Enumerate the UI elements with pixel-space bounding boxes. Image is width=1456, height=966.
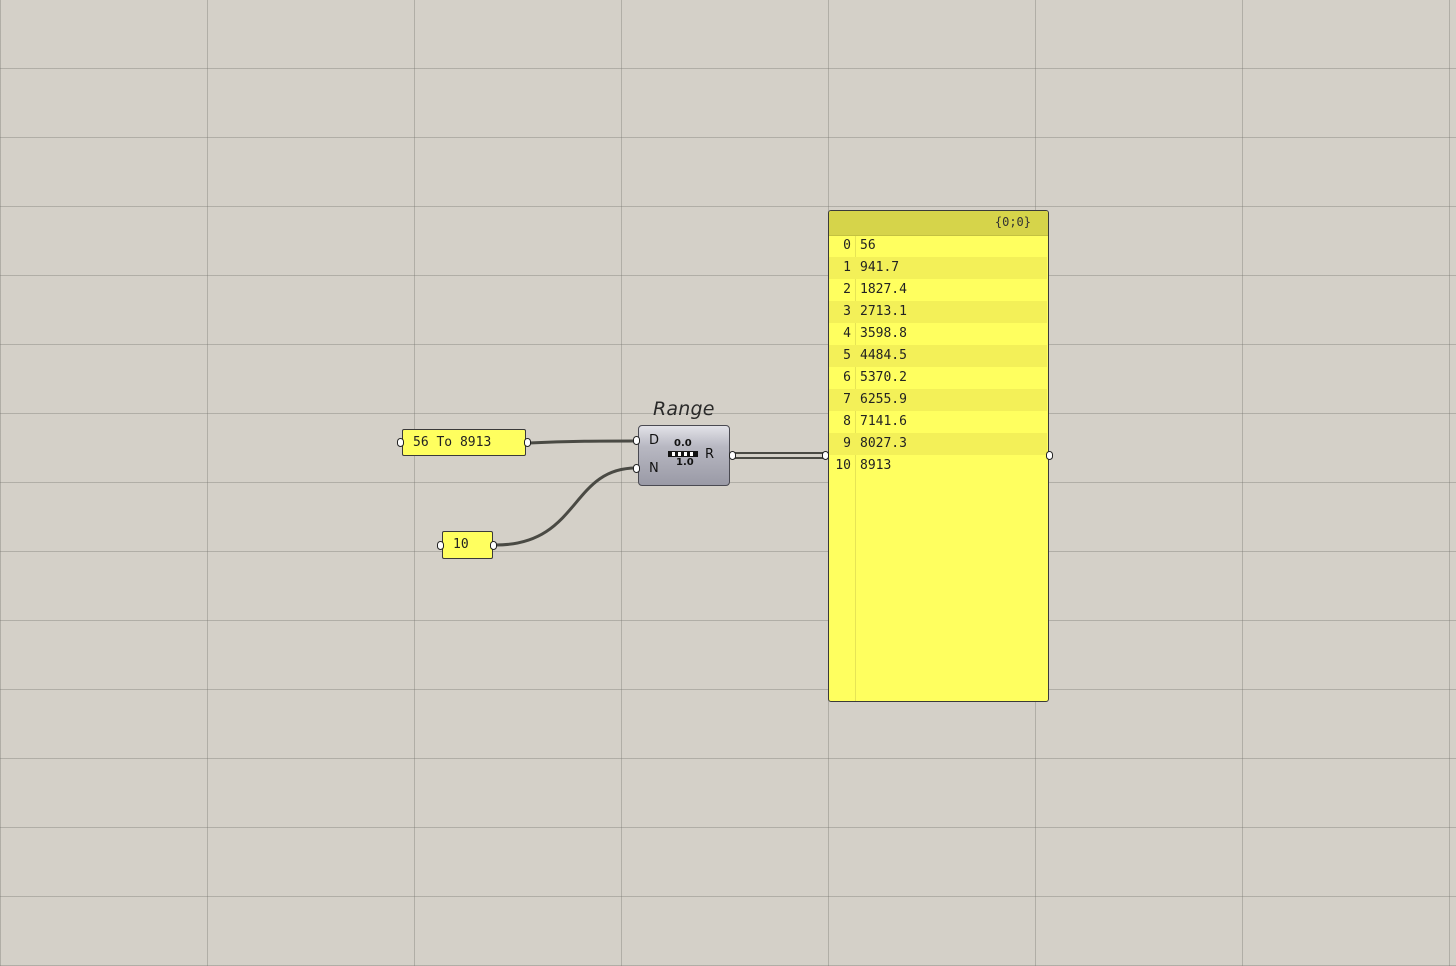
row-index: 4	[843, 326, 851, 341]
row-value: 6255.9	[860, 392, 907, 407]
row-index: 6	[843, 370, 851, 385]
list-item: 8 7141.6	[829, 411, 1047, 433]
row-value: 2713.1	[860, 304, 907, 319]
data-path-label: {0;0}	[994, 215, 1031, 229]
icon-bottom-label: 1.0	[676, 457, 694, 468]
output-r-label[interactable]: R	[705, 447, 714, 462]
row-index: 9	[843, 436, 851, 451]
domain-panel-text: 56 To 8913	[413, 435, 492, 450]
range-input-d-grip[interactable]	[633, 436, 640, 445]
input-n-label[interactable]: N	[649, 461, 659, 476]
row-value: 56	[860, 238, 876, 253]
row-index: 3	[843, 304, 851, 319]
row-value: 941.7	[860, 260, 900, 275]
row-index: 7	[843, 392, 851, 407]
list-item: 4 3598.8	[829, 323, 1047, 345]
icon-top-label: 0.0	[674, 438, 692, 449]
row-value: 8027.3	[860, 436, 907, 451]
list-item: 6 5370.2	[829, 367, 1047, 389]
count-panel-text: 10	[453, 537, 469, 552]
output-panel-input-grip[interactable]	[822, 451, 829, 460]
range-component[interactable]: D N R 0.0 1.0	[638, 425, 730, 486]
output-panel-header: {0;0}	[829, 211, 1048, 236]
count-panel-output-grip[interactable]	[490, 541, 497, 550]
row-value: 1827.4	[860, 282, 907, 297]
output-panel[interactable]: {0;0} 0 56 1 941.7 2 1827.4 3 2713.1 4 3…	[828, 210, 1049, 702]
row-index: 2	[843, 282, 851, 297]
list-item: 3 2713.1	[829, 301, 1047, 323]
domain-panel-output-grip[interactable]	[524, 438, 531, 447]
range-slider-icon: 0.0 1.0	[667, 438, 701, 470]
count-panel[interactable]: 10	[442, 531, 493, 559]
row-index: 10	[835, 458, 851, 473]
wire-count-to-n[interactable]	[495, 466, 637, 547]
wire-domain-to-d[interactable]	[528, 439, 637, 445]
list-item: 5 4484.5	[829, 345, 1047, 367]
list-item: 7 6255.9	[829, 389, 1047, 411]
row-index: 0	[843, 238, 851, 253]
row-value: 4484.5	[860, 348, 907, 363]
count-panel-input-grip[interactable]	[437, 541, 444, 550]
range-component-title: Range	[653, 398, 715, 420]
range-output-r-grip[interactable]	[729, 451, 736, 460]
row-value: 7141.6	[860, 414, 907, 429]
row-index: 5	[843, 348, 851, 363]
row-index: 8	[843, 414, 851, 429]
row-value: 3598.8	[860, 326, 907, 341]
domain-panel-input-grip[interactable]	[397, 438, 404, 447]
domain-panel[interactable]: 56 To 8913	[402, 429, 526, 456]
list-item: 9 8027.3	[829, 433, 1047, 455]
list-item: 0 56	[829, 235, 1047, 257]
row-value: 8913	[860, 458, 892, 473]
row-index: 1	[843, 260, 851, 275]
list-item: 2 1827.4	[829, 279, 1047, 301]
range-input-n-grip[interactable]	[633, 464, 640, 473]
row-value: 5370.2	[860, 370, 907, 385]
list-item: 1 941.7	[829, 257, 1047, 279]
list-item: 10 8913	[829, 455, 1047, 477]
input-d-label[interactable]: D	[649, 433, 659, 448]
output-panel-output-grip[interactable]	[1046, 451, 1053, 460]
